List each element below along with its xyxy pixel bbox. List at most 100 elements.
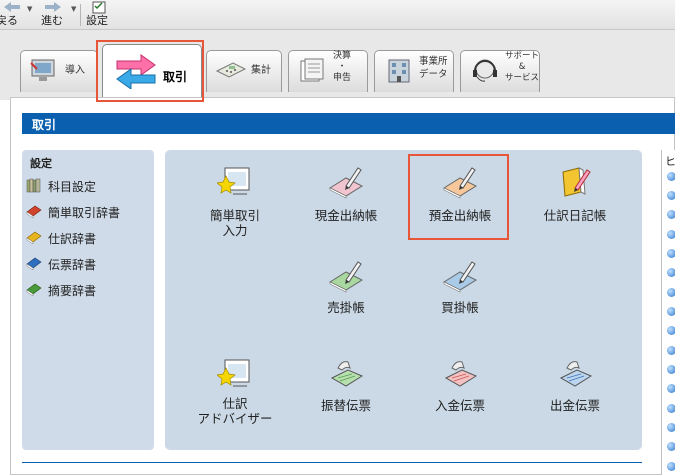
settings-item-kantan-jisho[interactable]: 簡単取引辞書 — [26, 202, 154, 222]
tab-kessan-line2: ・ — [337, 62, 347, 72]
hint-bullet-icon[interactable] — [667, 423, 675, 432]
hint-bullet-icon[interactable] — [667, 462, 675, 471]
hint-bullet-icon[interactable] — [667, 442, 675, 451]
tile-label: 売掛帳 — [327, 300, 365, 315]
section-title: 取引 — [32, 118, 57, 132]
forward-button[interactable]: 進む — [38, 0, 68, 30]
blue-ledger-pen-icon — [442, 261, 478, 293]
settings-item-label: 摘要辞書 — [48, 284, 97, 298]
tab-jigyosho-line1: 事業所 — [419, 56, 448, 67]
calculator-icon — [215, 62, 247, 78]
advisor-screen-icon — [217, 359, 250, 387]
settings-button[interactable]: 設定 — [84, 0, 114, 30]
settings-item-tekiyo-jisho[interactable]: 摘要辞書 — [26, 280, 154, 300]
tile-label: 振替伝票 — [320, 398, 371, 413]
yellow-book-icon — [26, 231, 42, 245]
hint-bullet-icon[interactable] — [667, 172, 675, 181]
settings-item-label: 簡単取引辞書 — [48, 206, 121, 220]
back-button[interactable]: 戻る — [0, 0, 24, 30]
hint-bullet-icon[interactable] — [667, 191, 675, 200]
hint-bullet-icon[interactable] — [667, 288, 675, 297]
tab-support-line3: サービス — [505, 73, 540, 83]
hint-bullet-icon[interactable] — [667, 384, 675, 393]
back-label: 戻る — [0, 14, 18, 27]
hint-bullet-icon[interactable] — [667, 268, 675, 277]
tile-label: 簡単取引 入力 — [180, 208, 290, 238]
tab-support-line2: & — [518, 62, 526, 72]
hint-bullet-icon[interactable] — [667, 230, 675, 239]
green-book-icon — [26, 283, 42, 297]
hint-bullet-icon[interactable] — [667, 404, 675, 413]
tab-shukei-label: 集計 — [251, 65, 271, 76]
tab-kessan[interactable]: 決算 ・ 申告 — [288, 50, 368, 92]
tile-label-line1: 簡単取引 — [209, 208, 260, 223]
tile-urikakecho[interactable]: 売掛帳 — [291, 258, 401, 338]
tab-support-line1: サポート — [505, 51, 540, 61]
tile-kantan-torihiki[interactable]: 簡単取引 入力 — [180, 164, 290, 244]
forward-dropdown-icon[interactable]: ▼ — [71, 5, 76, 13]
red-slip-icon — [444, 361, 478, 387]
tile-label: 入金伝票 — [434, 398, 485, 413]
tile-label-line2: アドバイザー — [197, 411, 273, 426]
red-book-icon — [26, 205, 42, 219]
back-dropdown-icon[interactable]: ▼ — [27, 5, 32, 13]
tile-furikae-denpyo[interactable]: 振替伝票 — [291, 356, 401, 436]
tile-label: 現金出納帳 — [314, 208, 378, 223]
tile-label-line1: 仕訳 — [222, 396, 248, 411]
tab-support-label: サポート & サービス — [505, 51, 539, 84]
settings-item-kamoku[interactable]: 科目設定 — [26, 176, 154, 196]
settings-heading: 設定 — [30, 157, 52, 170]
tab-intro[interactable]: 導入 — [20, 50, 98, 92]
settings-item-label: 仕訳辞書 — [48, 232, 97, 246]
hint-bullet-icon[interactable] — [667, 365, 675, 374]
tile-label: 仕訳 アドバイザー — [180, 396, 290, 426]
books-icon — [26, 178, 41, 193]
tile-kaikakecho[interactable]: 買掛帳 — [405, 258, 515, 338]
settings-item-shiwake-jisho[interactable]: 仕訳辞書 — [26, 228, 154, 248]
headset-icon — [473, 59, 497, 82]
blue-slip-icon — [559, 361, 593, 387]
hint-bullet-icon[interactable] — [667, 307, 675, 316]
tile-shiwake-nikkicho[interactable]: 仕訳日記帳 — [520, 164, 630, 244]
computer-icon — [30, 59, 55, 81]
building-icon — [388, 59, 410, 83]
tab-highlight-box — [96, 40, 204, 102]
tile-highlight-box — [408, 154, 509, 240]
tab-jigyosho-line2: データ — [419, 69, 448, 80]
tile-shukkin-denpyo[interactable]: 出金伝票 — [520, 356, 630, 436]
tile-label: 仕訳日記帳 — [543, 208, 607, 223]
tab-jigyosho[interactable]: 事業所 データ — [374, 50, 454, 92]
tile-shiwake-advisor[interactable]: 仕訳 アドバイザー — [180, 356, 290, 436]
hint-panel: ヒ — [661, 150, 675, 475]
settings-panel: 設定 科目設定 簡単取引辞書 仕訳辞書 伝票辞書 摘要辞書 — [22, 150, 154, 450]
hint-bullet-icon[interactable] — [667, 326, 675, 335]
tab-kessan-label: 決算 ・ 申告 — [333, 51, 351, 84]
hint-bullet-icon[interactable] — [667, 249, 675, 258]
yellow-journal-pen-icon — [562, 167, 591, 197]
tile-nyukin-denpyo[interactable]: 入金伝票 — [405, 356, 515, 436]
hint-bullet-icon[interactable] — [667, 210, 675, 219]
settings-item-label: 伝票辞書 — [48, 258, 97, 272]
tab-kessan-line1: 決算 — [333, 51, 352, 61]
tile-label: 買掛帳 — [441, 300, 479, 315]
wizard-screen-icon — [217, 167, 250, 195]
tab-shukei[interactable]: 集計 — [206, 50, 282, 92]
pink-ledger-pen-icon — [328, 167, 364, 199]
blue-book-icon — [26, 257, 42, 271]
forward-label: 進む — [41, 14, 63, 27]
hint-bullet-icon[interactable] — [667, 346, 675, 355]
tab-intro-label: 導入 — [65, 65, 85, 76]
tab-support[interactable]: サポート & サービス — [460, 50, 540, 92]
section-title-bar: 取引 — [22, 113, 675, 134]
green-ledger-pen-icon — [328, 261, 364, 293]
settings-item-label: 科目設定 — [48, 180, 97, 194]
tile-label-line2: 入力 — [222, 223, 248, 238]
tile-label: 出金伝票 — [549, 398, 600, 413]
tile-genkin-suitocho[interactable]: 現金出納帳 — [291, 164, 401, 244]
settings-item-denpyo-jisho[interactable]: 伝票辞書 — [26, 254, 154, 274]
green-slip-icon — [330, 361, 364, 387]
tab-jigyosho-label: 事業所 データ — [419, 55, 448, 81]
bottom-divider — [22, 462, 642, 463]
settings-label: 設定 — [86, 14, 108, 27]
toolbar-separator — [80, 4, 81, 26]
